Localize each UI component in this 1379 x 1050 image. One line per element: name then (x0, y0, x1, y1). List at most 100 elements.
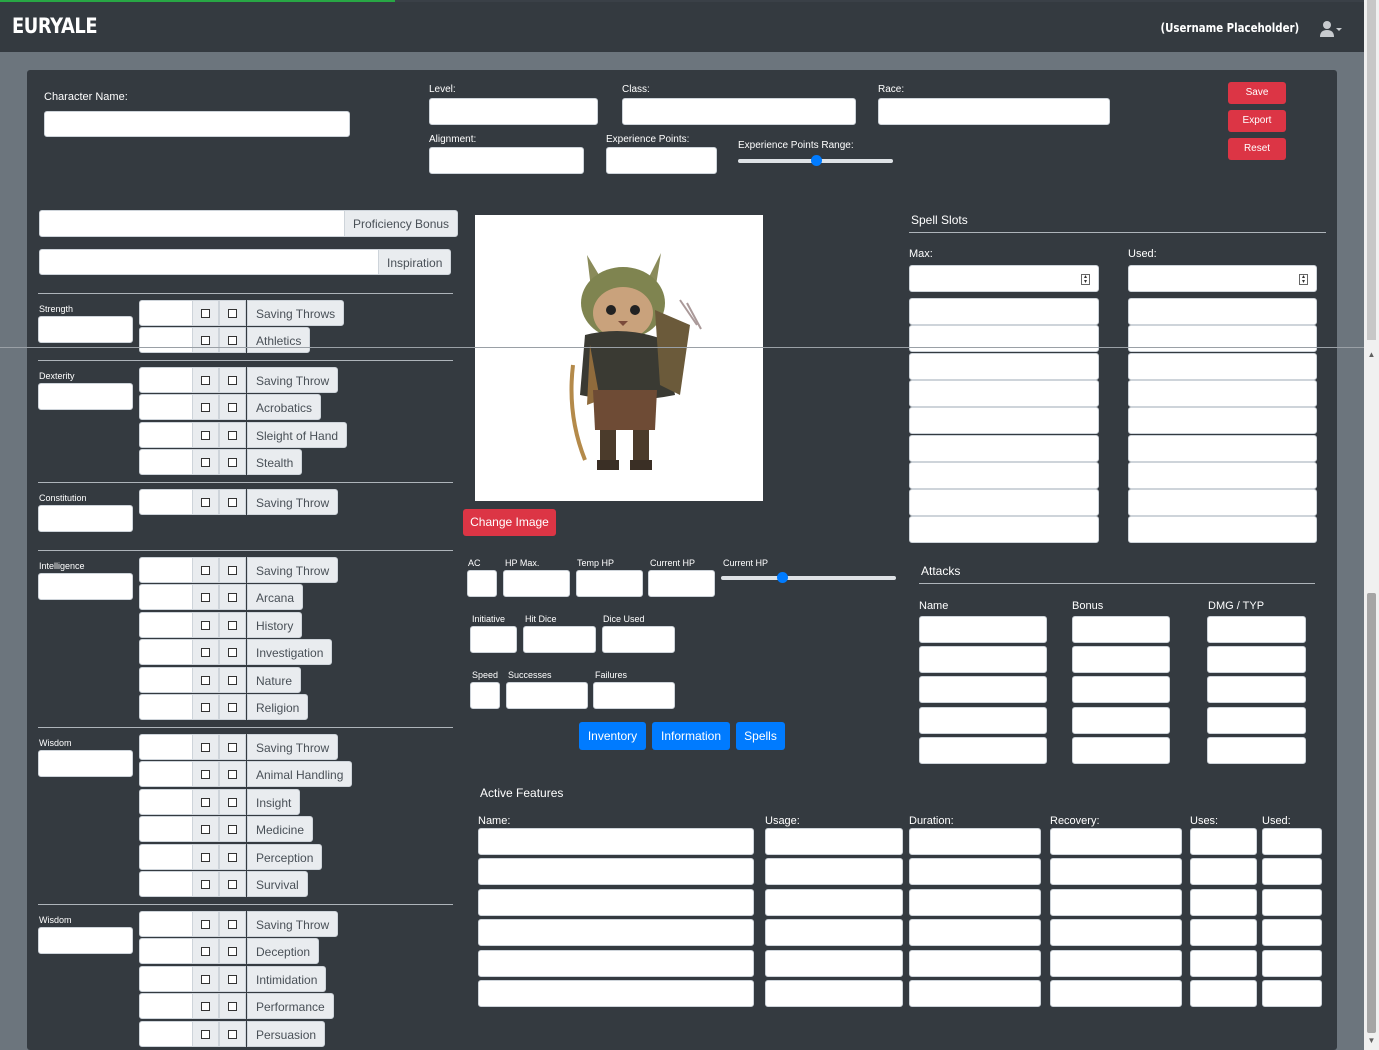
skill-modifier-input[interactable] (139, 327, 193, 353)
xp-input[interactable] (606, 147, 717, 174)
spell-max-input[interactable] (909, 516, 1099, 543)
checkbox-icon[interactable] (201, 593, 210, 602)
spell-used-input[interactable] (1128, 298, 1317, 325)
feature-name-input[interactable] (478, 828, 754, 855)
checkbox-icon[interactable] (201, 648, 210, 657)
expertise-checkbox[interactable] (219, 612, 246, 638)
checkbox-icon[interactable] (228, 1002, 237, 1011)
proficiency-checkbox[interactable] (192, 734, 219, 760)
attack-bonus-input[interactable] (1072, 737, 1170, 764)
skill-modifier-input[interactable] (139, 871, 193, 897)
checkbox-icon[interactable] (228, 376, 237, 385)
user-dropdown-icon[interactable] (1319, 20, 1343, 38)
skill-modifier-input[interactable] (139, 489, 193, 515)
checkbox-icon[interactable] (228, 336, 237, 345)
checkbox-icon[interactable] (201, 880, 210, 889)
skill-modifier-input[interactable] (139, 938, 193, 964)
feature-recovery-input[interactable] (1050, 828, 1182, 855)
expertise-checkbox[interactable] (219, 394, 246, 420)
spell-max-input[interactable] (909, 298, 1099, 325)
expertise-checkbox[interactable] (219, 1021, 246, 1047)
attack-dmg-input[interactable] (1207, 707, 1306, 734)
feature-name-input[interactable] (478, 950, 754, 977)
checkbox-icon[interactable] (228, 947, 237, 956)
checkbox-icon[interactable] (201, 920, 210, 929)
ability-score-input[interactable] (38, 316, 133, 343)
expertise-checkbox[interactable] (219, 639, 246, 665)
checkbox-icon[interactable] (228, 770, 237, 779)
proficiency-checkbox[interactable] (192, 489, 219, 515)
attack-dmg-input[interactable] (1207, 616, 1306, 643)
checkbox-icon[interactable] (201, 703, 210, 712)
checkbox-icon[interactable] (228, 648, 237, 657)
spell-max-input[interactable] (909, 407, 1099, 434)
feature-recovery-input[interactable] (1050, 858, 1182, 885)
attack-bonus-input[interactable] (1072, 616, 1170, 643)
dice-used-input[interactable] (602, 626, 675, 653)
feature-duration-input[interactable] (909, 858, 1041, 885)
race-input[interactable] (878, 98, 1110, 125)
checkbox-icon[interactable] (201, 1030, 210, 1039)
ability-score-input[interactable] (38, 383, 133, 410)
spell-used-input[interactable] (1128, 380, 1317, 407)
tab-spells[interactable]: Spells (736, 722, 785, 750)
successes-input[interactable] (506, 682, 588, 709)
feature-used-input[interactable] (1262, 889, 1322, 916)
checkbox-icon[interactable] (228, 880, 237, 889)
attack-name-input[interactable] (919, 676, 1047, 703)
feature-duration-input[interactable] (909, 980, 1041, 1007)
failures-input[interactable] (593, 682, 675, 709)
expertise-checkbox[interactable] (219, 667, 246, 693)
expertise-checkbox[interactable] (219, 761, 246, 787)
proficiency-checkbox[interactable] (192, 816, 219, 842)
proficiency-checkbox[interactable] (192, 327, 219, 353)
current-hp-knob[interactable] (777, 572, 788, 583)
proficiency-checkbox[interactable] (192, 612, 219, 638)
checkbox-icon[interactable] (228, 676, 237, 685)
expertise-checkbox[interactable] (219, 557, 246, 583)
ac-input[interactable] (467, 570, 497, 597)
skill-modifier-input[interactable] (139, 816, 193, 842)
spell-max-input[interactable] (909, 489, 1099, 516)
spell-max-input[interactable] (909, 353, 1099, 380)
current-hp-input[interactable] (648, 570, 715, 597)
skill-modifier-input[interactable] (139, 911, 193, 937)
proficiency-checkbox[interactable] (192, 993, 219, 1019)
checkbox-icon[interactable] (228, 458, 237, 467)
page-scrollbar[interactable]: ▲ ▼ (1364, 0, 1379, 1050)
feature-usage-input[interactable] (765, 980, 903, 1007)
ability-score-input[interactable] (38, 750, 133, 777)
proficiency-checkbox[interactable] (192, 761, 219, 787)
checkbox-icon[interactable] (228, 743, 237, 752)
proficiency-bonus-input[interactable] (39, 210, 345, 237)
spell-max-input[interactable] (909, 462, 1099, 489)
attack-name-input[interactable] (919, 646, 1047, 673)
scrollbar-thumb[interactable] (1367, 593, 1376, 1033)
checkbox-icon[interactable] (228, 825, 237, 834)
proficiency-checkbox[interactable] (192, 966, 219, 992)
hp-max-input[interactable] (503, 570, 570, 597)
checkbox-icon[interactable] (201, 798, 210, 807)
checkbox-icon[interactable] (228, 853, 237, 862)
attack-dmg-input[interactable] (1207, 737, 1306, 764)
checkbox-icon[interactable] (228, 593, 237, 602)
proficiency-checkbox[interactable] (192, 449, 219, 475)
attack-name-input[interactable] (919, 616, 1047, 643)
checkbox-icon[interactable] (201, 825, 210, 834)
reset-button[interactable]: Reset (1228, 138, 1286, 160)
feature-duration-input[interactable] (909, 828, 1041, 855)
checkbox-icon[interactable] (228, 1030, 237, 1039)
checkbox-icon[interactable] (201, 1002, 210, 1011)
feature-used-input[interactable] (1262, 919, 1322, 946)
ability-score-input[interactable] (38, 927, 133, 954)
change-image-button[interactable]: Change Image (463, 509, 556, 536)
spell-used-input[interactable] (1128, 407, 1317, 434)
speed-input[interactable] (470, 682, 500, 709)
proficiency-checkbox[interactable] (192, 300, 219, 326)
skill-modifier-input[interactable] (139, 993, 193, 1019)
expertise-checkbox[interactable] (219, 993, 246, 1019)
proficiency-checkbox[interactable] (192, 367, 219, 393)
expertise-checkbox[interactable] (219, 938, 246, 964)
feature-usage-input[interactable] (765, 950, 903, 977)
skill-modifier-input[interactable] (139, 394, 193, 420)
